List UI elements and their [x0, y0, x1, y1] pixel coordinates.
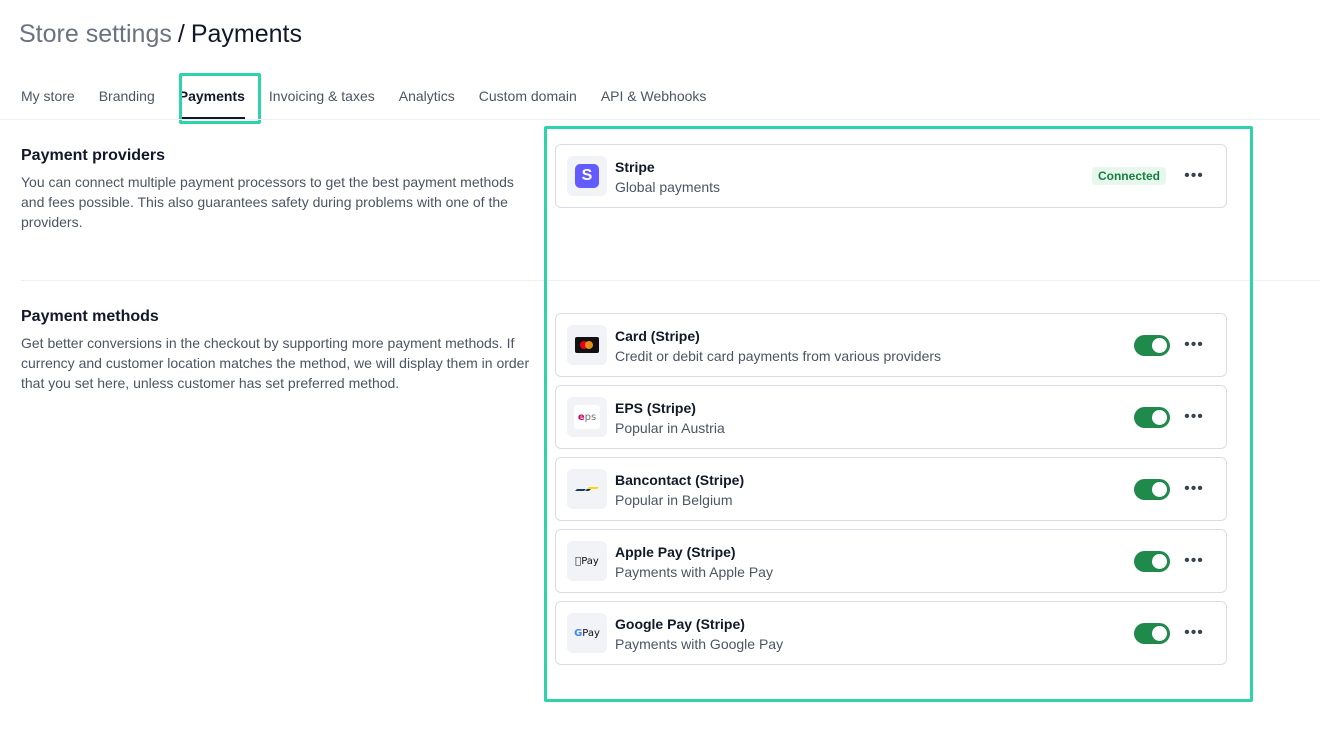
more-options-icon[interactable]: •••	[1184, 551, 1204, 571]
tab-payments[interactable]: Payments	[178, 86, 246, 119]
tab-my-store[interactable]: My store	[21, 86, 75, 106]
more-options-icon[interactable]: •••	[1184, 623, 1204, 643]
payment-providers-section: Payment providers You can connect multip…	[21, 146, 531, 232]
enable-toggle[interactable]	[1134, 335, 1170, 356]
page-title: Store settings / Payments	[19, 20, 302, 48]
enable-toggle[interactable]	[1134, 407, 1170, 428]
google-pay-icon: G Pay	[567, 613, 607, 653]
method-description: Credit or debit card payments from vario…	[615, 348, 942, 364]
tab-analytics[interactable]: Analytics	[399, 86, 455, 106]
method-name: Apple Pay (Stripe)	[615, 544, 736, 560]
provider-card-stripe[interactable]: S Stripe Global payments Connected •••	[555, 144, 1227, 208]
method-description: Popular in Belgium	[615, 492, 733, 508]
tabs-divider	[0, 119, 1320, 120]
method-card-eps[interactable]: e ps EPS (Stripe) Popular in Austria •••	[555, 385, 1227, 449]
method-card-bancontact[interactable]: Bancontact (Stripe) Popular in Belgium •…	[555, 457, 1227, 521]
method-name: Bancontact (Stripe)	[615, 472, 745, 488]
apple-pay-icon: Pay	[567, 541, 607, 581]
more-options-icon[interactable]: •••	[1184, 166, 1204, 186]
enable-toggle[interactable]	[1134, 551, 1170, 572]
section-description: Get better conversions in the checkout b…	[21, 335, 530, 391]
eps-icon: e ps	[567, 397, 607, 437]
more-options-icon[interactable]: •••	[1184, 407, 1204, 427]
section-title: Payment providers	[21, 147, 166, 164]
method-card-google-pay[interactable]: G Pay Google Pay (Stripe) Payments with G…	[555, 601, 1227, 665]
method-description: Payments with Apple Pay	[615, 564, 773, 580]
section-divider	[21, 280, 1320, 281]
tab-custom-domain[interactable]: Custom domain	[479, 86, 577, 106]
breadcrumb-separator: /	[177, 20, 185, 48]
tab-invoicing-taxes[interactable]: Invoicing & taxes	[269, 86, 375, 106]
method-card-apple-pay[interactable]: Pay Apple Pay (Stripe) Payments with Ap…	[555, 529, 1227, 593]
provider-description: Global payments	[615, 179, 721, 195]
settings-tabs: My store Branding Payments Invoicing & t…	[21, 86, 730, 119]
breadcrumb-current: Payments	[190, 20, 302, 48]
method-name: Google Pay (Stripe)	[615, 616, 745, 632]
section-description: You can connect multiple payment process…	[21, 174, 514, 230]
stripe-icon: S	[567, 156, 607, 196]
stripe-logo: S	[575, 164, 599, 188]
method-description: Payments with Google Pay	[615, 636, 784, 652]
method-name: Card (Stripe)	[615, 328, 700, 344]
tab-api-webhooks[interactable]: API & Webhooks	[601, 86, 707, 106]
enable-toggle[interactable]	[1134, 623, 1170, 644]
method-name: EPS (Stripe)	[615, 400, 696, 416]
provider-name: Stripe	[615, 159, 655, 175]
breadcrumb-store-settings[interactable]: Store settings	[19, 20, 172, 48]
more-options-icon[interactable]: •••	[1184, 479, 1204, 499]
method-description: Popular in Austria	[615, 420, 725, 436]
more-options-icon[interactable]: •••	[1184, 335, 1204, 355]
section-title: Payment methods	[21, 308, 159, 325]
payment-methods-section: Payment methods Get better conversions i…	[21, 307, 531, 393]
mastercard-icon	[567, 325, 607, 365]
method-card-card[interactable]: Card (Stripe) Credit or debit card payme…	[555, 313, 1227, 377]
tab-branding[interactable]: Branding	[99, 86, 155, 106]
status-badge: Connected	[1091, 167, 1166, 185]
bancontact-icon	[567, 469, 607, 509]
enable-toggle[interactable]	[1134, 479, 1170, 500]
